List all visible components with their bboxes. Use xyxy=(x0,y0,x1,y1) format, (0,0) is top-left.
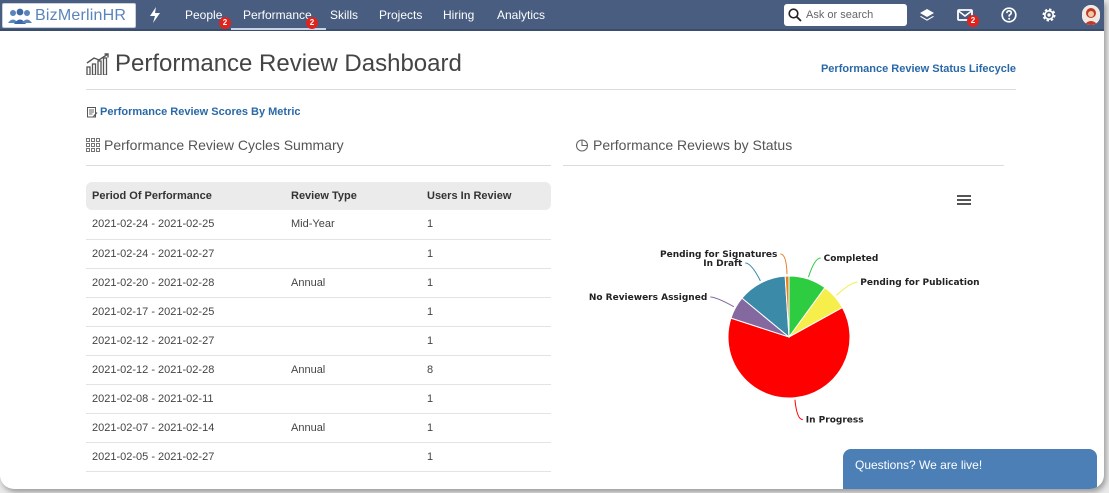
nav-people[interactable]: People xyxy=(185,8,222,22)
performance-badge: 2 xyxy=(306,17,318,29)
status-section-title: Performance Reviews by Status xyxy=(593,137,793,153)
status-section-header: Performance Reviews by Status xyxy=(563,137,1004,166)
nav-performance[interactable]: Performance xyxy=(231,8,326,30)
cell-review-type: Annual xyxy=(285,268,421,298)
page-header: Performance Review Dashboard Performance… xyxy=(86,50,1016,90)
cell-users: 8 xyxy=(421,355,551,385)
logo-text: BizMerlinHR xyxy=(35,6,127,24)
avatar[interactable] xyxy=(1082,5,1100,25)
cycles-section-title: Performance Review Cycles Summary xyxy=(104,137,344,153)
cycles-section-header: Performance Review Cycles Summary xyxy=(86,137,551,166)
cycles-table-body: 2021-02-24 - 2021-02-25 Mid-Year 1 2021-02-… xyxy=(86,210,551,472)
table-row[interactable]: 2021-02-05 - 2021-02-27 1 xyxy=(86,442,551,472)
pie-label-pending-for-publication: Pending for Publication xyxy=(860,278,979,288)
table-row[interactable]: 2021-02-08 - 2021-02-11 1 xyxy=(86,384,551,414)
cell-period: 2021-02-17 - 2021-02-25 xyxy=(86,297,285,327)
gear-icon[interactable] xyxy=(1040,6,1058,24)
mail-badge: 2 xyxy=(967,15,979,27)
cell-review-type: Annual xyxy=(285,413,421,443)
cell-period: 2021-02-24 - 2021-02-27 xyxy=(86,239,285,269)
page-title: Performance Review Dashboard xyxy=(115,50,462,77)
cell-period: 2021-02-05 - 2021-02-27 xyxy=(86,442,285,472)
search-input[interactable] xyxy=(806,9,906,21)
table-header-row: Period Of Performance Review Type Users … xyxy=(86,182,551,210)
cell-users: 1 xyxy=(421,239,551,269)
table-row[interactable]: 2021-02-24 - 2021-02-27 1 xyxy=(86,239,551,269)
status-pie-chart: Completed Pending for Publication In Progr… xyxy=(589,250,980,426)
cell-period: 2021-02-08 - 2021-02-11 xyxy=(86,384,285,414)
layers-icon[interactable] xyxy=(918,6,936,24)
cell-period: 2021-02-24 - 2021-02-25 xyxy=(86,210,285,240)
nav-analytics[interactable]: Analytics xyxy=(497,8,545,22)
top-nav: BizMerlinHR People 2 Performance 2 Skill… xyxy=(0,0,1104,31)
pie-connector-no-reviewers-assigned xyxy=(710,296,735,308)
cell-review-type xyxy=(285,297,421,327)
cell-users: 1 xyxy=(421,442,551,472)
cell-users: 1 xyxy=(421,384,551,414)
cycles-table: Period Of Performance Review Type Users … xyxy=(86,182,551,472)
pie-label-completed: Completed xyxy=(824,254,879,264)
nav-skills[interactable]: Skills xyxy=(330,8,358,22)
scores-by-metric-label: Performance Review Scores By Metric xyxy=(100,106,301,118)
cell-period: 2021-02-20 - 2021-02-28 xyxy=(86,268,285,298)
pie-label-no-reviewers-assigned: No Reviewers Assigned xyxy=(589,293,707,303)
app-window: BizMerlinHR People 2 Performance 2 Skill… xyxy=(0,0,1104,489)
cell-period: 2021-02-12 - 2021-02-27 xyxy=(86,326,285,356)
pie-connector-in-draft xyxy=(745,262,761,282)
table-row[interactable]: 2021-02-07 - 2021-02-14 Annual 1 xyxy=(86,413,551,443)
search-icon xyxy=(788,8,802,22)
pie-label-in-progress: In Progress xyxy=(806,416,864,426)
nav-projects[interactable]: Projects xyxy=(379,8,422,22)
table-row[interactable]: 2021-02-12 - 2021-02-27 1 xyxy=(86,326,551,356)
table-row[interactable]: 2021-02-24 - 2021-02-25 Mid-Year 1 xyxy=(86,210,551,240)
user-avatar-icon xyxy=(1082,5,1100,25)
people-badge: 2 xyxy=(219,17,231,29)
pie-connector-pending-for-publication xyxy=(835,281,858,296)
cell-period: 2021-02-12 - 2021-02-28 xyxy=(86,355,285,385)
pie-chart-icon xyxy=(575,139,589,152)
cell-users: 1 xyxy=(421,210,551,240)
pie-connector-in-progress xyxy=(794,399,803,421)
report-icon xyxy=(87,107,98,118)
grid-icon xyxy=(86,138,100,152)
search-box[interactable] xyxy=(784,4,907,26)
scores-by-metric-link[interactable]: Performance Review Scores By Metric xyxy=(86,106,301,118)
column-header-review-type[interactable]: Review Type xyxy=(285,182,421,210)
chart-growth-icon xyxy=(86,53,109,75)
nav-hiring[interactable]: Hiring xyxy=(443,8,474,22)
column-header-users[interactable]: Users In Review xyxy=(421,182,551,210)
pie-connector-pending-for-signatures xyxy=(780,253,788,275)
pie-label-pending-for-signatures: Pending for Signatures xyxy=(660,250,777,260)
pie-connector-completed xyxy=(807,257,821,278)
live-chat-button[interactable]: Questions? We are live! xyxy=(843,449,1097,489)
cell-review-type xyxy=(285,442,421,472)
cell-review-type xyxy=(285,239,421,269)
logo[interactable]: BizMerlinHR xyxy=(2,3,136,28)
cell-review-type xyxy=(285,384,421,414)
cell-users: 1 xyxy=(421,326,551,356)
table-row[interactable]: 2021-02-20 - 2021-02-28 Annual 1 xyxy=(86,268,551,298)
table-row[interactable]: 2021-02-17 - 2021-02-25 1 xyxy=(86,297,551,327)
status-lifecycle-link[interactable]: Performance Review Status Lifecycle xyxy=(821,63,1016,75)
help-icon[interactable] xyxy=(1000,6,1018,24)
people-logo-icon xyxy=(8,8,32,24)
cell-users: 1 xyxy=(421,268,551,298)
cell-period: 2021-02-07 - 2021-02-14 xyxy=(86,413,285,443)
cell-review-type: Annual xyxy=(285,355,421,385)
pie-label-in-draft: In Draft xyxy=(703,259,743,269)
live-chat-label: Questions? We are live! xyxy=(855,458,983,472)
column-header-period[interactable]: Period Of Performance xyxy=(86,182,285,210)
bolt-icon[interactable] xyxy=(148,6,162,24)
table-row[interactable]: 2021-02-12 - 2021-02-28 Annual 8 xyxy=(86,355,551,385)
cell-review-type: Mid-Year xyxy=(285,210,421,240)
cell-users: 1 xyxy=(421,297,551,327)
cell-users: 1 xyxy=(421,413,551,443)
cell-review-type xyxy=(285,326,421,356)
